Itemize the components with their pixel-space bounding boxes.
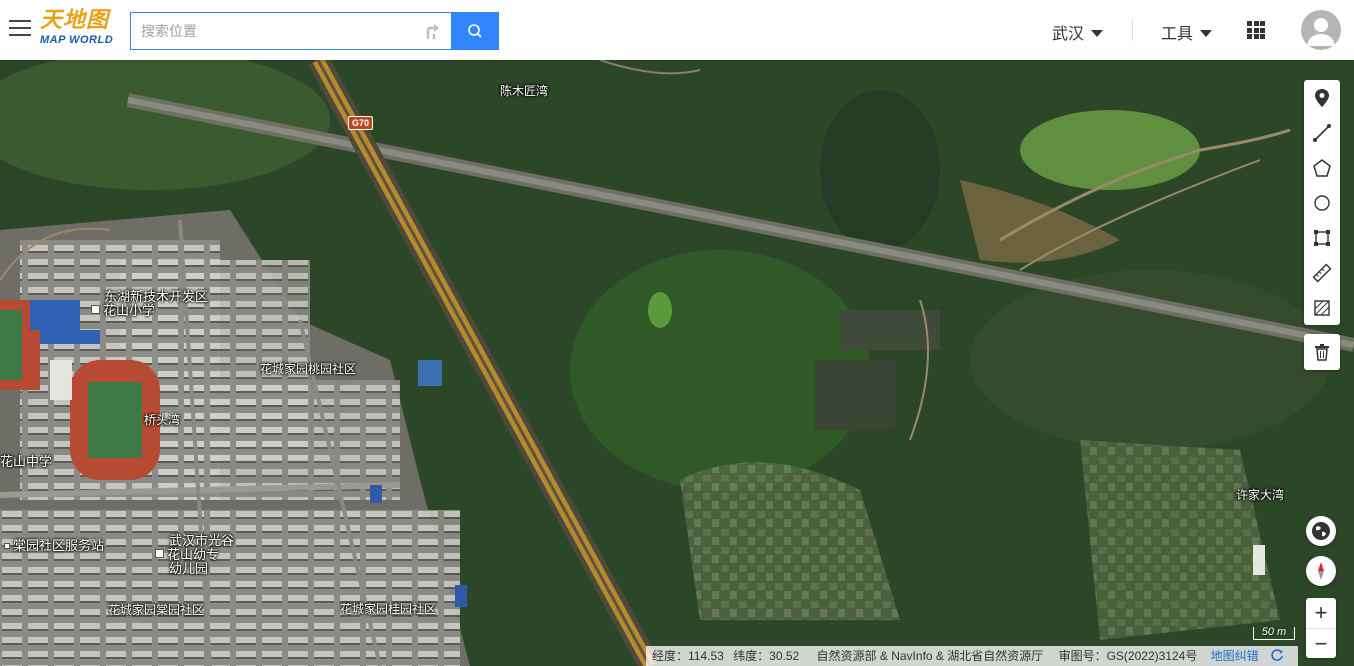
search-input[interactable]: [131, 13, 421, 49]
circle-tool-icon[interactable]: [1304, 185, 1340, 220]
user-avatar-icon[interactable]: [1301, 10, 1341, 50]
zoom-control: + −: [1306, 598, 1336, 658]
clear-drawings-button[interactable]: [1304, 334, 1340, 370]
drawing-toolbox: [1304, 80, 1340, 325]
tianditu-logo[interactable]: 天地图 MAP WORLD: [40, 8, 120, 52]
tangyuan-station-text: 棠园社区服务站: [13, 538, 105, 553]
globe-icon: [1312, 522, 1330, 540]
ruler-tool-icon[interactable]: [1304, 255, 1340, 290]
compass-icon: [1318, 562, 1324, 580]
place-label-tangyuan-community[interactable]: 花城家园棠园社区: [108, 601, 204, 618]
place-label-tangyuan-station[interactable]: 棠园社区服务站: [4, 535, 104, 554]
kindergarten-icon: [155, 549, 164, 558]
longitude-readout: 经度：114.53: [652, 649, 724, 663]
poi-dot-icon: [4, 543, 10, 549]
tools-menu[interactable]: 工具: [1161, 20, 1213, 44]
status-footer: 经度：114.53 纬度：30.52 自然资源部 & NavInfo & 湖北省…: [646, 646, 1298, 666]
refresh-icon[interactable]: [1270, 648, 1284, 662]
caret-down-icon: [1200, 30, 1213, 37]
place-label-xujia-dawan[interactable]: 许家大湾: [1236, 486, 1284, 503]
place-label-huashan-primary[interactable]: 花山小学: [91, 300, 155, 319]
approval-number: 审图号：GS(2022)3124号: [1058, 649, 1198, 663]
hamburger-menu-icon[interactable]: [9, 20, 31, 38]
place-label-chen-muliang[interactable]: 陈木匠湾: [500, 82, 548, 99]
city-selector[interactable]: 武汉: [1052, 20, 1104, 44]
huashan-primary-text: 花山小学: [103, 303, 156, 318]
map-error-report-link[interactable]: 地图纠错: [1211, 649, 1259, 663]
search-icon: [468, 24, 482, 38]
logo-text-cn: 天地图: [40, 7, 110, 33]
polygon-tool-icon[interactable]: [1304, 150, 1340, 185]
apps-grid-icon[interactable]: [1247, 21, 1265, 39]
header-divider: [1132, 19, 1133, 41]
place-label-guiyuan-community[interactable]: 花城家园桂园社区: [340, 600, 436, 617]
trash-icon: [1315, 344, 1329, 361]
school-icon: [91, 305, 100, 314]
scale-bar: 50 m: [1253, 627, 1295, 640]
place-label-taoyuan[interactable]: 花城家园桃园社区: [260, 360, 356, 377]
zoom-out-button[interactable]: −: [1306, 629, 1336, 659]
zoom-in-button[interactable]: +: [1306, 598, 1336, 629]
globe-3d-button[interactable]: [1306, 516, 1336, 546]
map-attribution: 自然资源部 & NavInfo & 湖北省自然资源厅: [816, 649, 1044, 663]
latitude-readout: 纬度：30.52: [733, 649, 800, 663]
place-label-qiaotouwan[interactable]: 桥头湾: [144, 411, 180, 428]
polyline-tool-icon[interactable]: [1304, 115, 1340, 150]
rectangle-tool-icon[interactable]: [1304, 220, 1340, 255]
marker-tool-icon[interactable]: [1304, 80, 1340, 115]
caret-down-icon: [1091, 30, 1104, 37]
top-bar: 天地图 MAP WORLD 武汉 工具: [0, 0, 1354, 60]
route-planning-icon[interactable]: [422, 21, 442, 41]
map-view[interactable]: G70 陈木匠湾 东湖新技术开发区 花山小学 花城家园桃园社区 桥头湾 花山中学…: [0, 60, 1354, 666]
g70-highway-shield: G70: [348, 116, 374, 130]
search-box: [130, 12, 452, 50]
tools-label: 工具: [1161, 26, 1194, 43]
compass-button[interactable]: [1306, 556, 1336, 586]
city-label: 武汉: [1052, 26, 1085, 43]
place-label-kindergarten-line3[interactable]: 幼儿园: [169, 558, 208, 577]
area-measure-tool-icon[interactable]: [1304, 290, 1340, 325]
search-button[interactable]: [451, 12, 499, 50]
logo-text-en: MAP WORLD: [40, 34, 114, 46]
place-label-huashan-middle[interactable]: 花山中学: [0, 451, 52, 470]
